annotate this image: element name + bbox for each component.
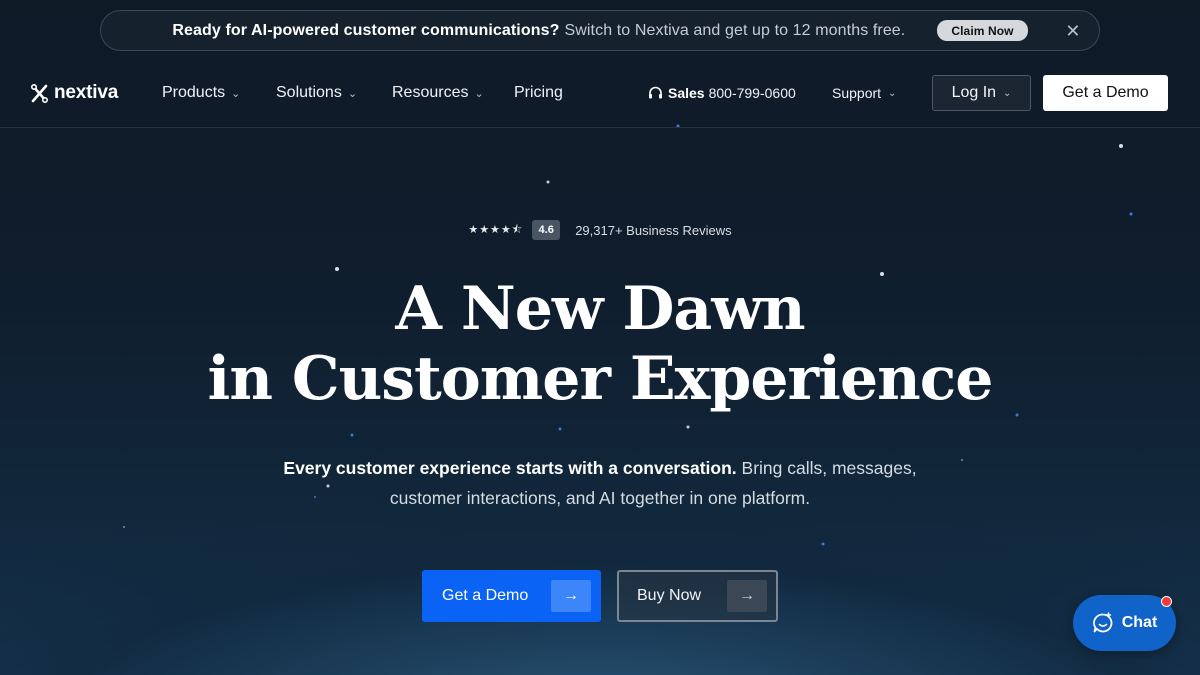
- review-count: 29,317+ Business Reviews: [575, 222, 732, 238]
- claim-now-button[interactable]: Claim Now: [937, 20, 1028, 41]
- hero-buy-label: Buy Now: [637, 587, 702, 604]
- chevron-down-icon: ⌄: [347, 87, 358, 100]
- nextiva-logo-icon: [31, 83, 48, 103]
- chevron-down-icon: ⌄: [474, 87, 484, 100]
- close-icon[interactable]: ✕: [1065, 21, 1081, 41]
- nav-item-resources[interactable]: Resources ⌄: [392, 82, 484, 104]
- chevron-down-icon: ⌄: [1003, 87, 1012, 99]
- support-menu[interactable]: Support ⌄: [832, 82, 896, 104]
- review-summary: ★★★★⯪ 4.6 29,317+ Business Reviews: [0, 219, 1200, 241]
- headset-icon: [649, 86, 662, 98]
- main-nav: nextiva Products ⌄ Solutions ⌄ Resources…: [0, 58, 1200, 128]
- promo-headline: Ready for AI-powered customer communicat…: [172, 21, 560, 39]
- subheadline-strong: Every customer experience starts with a …: [283, 458, 737, 478]
- notification-dot: [1161, 596, 1172, 607]
- nav-item-label: Products: [162, 84, 226, 101]
- chat-button[interactable]: Chat: [1073, 595, 1176, 651]
- hero-headline: A New Dawn in Customer Experience: [0, 274, 1200, 414]
- log-in-button[interactable]: Log In ⌄: [932, 75, 1031, 111]
- hero-demo-label: Get a Demo: [442, 587, 529, 604]
- rating-stars-icon: ★★★★⯪: [468, 223, 524, 236]
- headline-line-1: A New Dawn: [395, 274, 805, 344]
- promo-banner: Ready for AI-powered customer communicat…: [100, 10, 1100, 51]
- chat-label: Chat: [1121, 614, 1158, 631]
- nav-item-solutions[interactable]: Solutions ⌄: [276, 82, 357, 104]
- nav-item-products[interactable]: Products ⌄: [162, 82, 240, 104]
- hero-get-a-demo-button[interactable]: Get a Demo →: [422, 570, 601, 622]
- chevron-down-icon: ⌄: [231, 87, 241, 100]
- nav-item-label: Resources: [392, 84, 469, 101]
- sales-phone: 800-799-0600: [708, 85, 796, 101]
- nav-item-pricing[interactable]: Pricing: [514, 82, 563, 104]
- chat-bubble-icon: [1092, 612, 1113, 633]
- hero-buy-now-button[interactable]: Buy Now →: [617, 570, 778, 622]
- support-label: Support: [832, 85, 882, 101]
- arrow-right-icon: →: [551, 580, 591, 612]
- logo-text: nextiva: [54, 82, 119, 103]
- hero-subheadline: Every customer experience starts with a …: [260, 453, 940, 513]
- nav-item-label: Pricing: [514, 84, 563, 101]
- nav-item-label: Solutions: [276, 84, 342, 101]
- headline-line-2: in Customer Experience: [207, 344, 994, 414]
- promo-message: Switch to Nextiva and get up to 12 month…: [564, 21, 906, 39]
- chevron-down-icon: ⌄: [888, 87, 897, 99]
- sales-label: Sales: [668, 85, 705, 101]
- nextiva-logo[interactable]: nextiva: [31, 82, 118, 104]
- arrow-right-icon: →: [727, 580, 767, 612]
- sales-phone-link[interactable]: Sales 800-799-0600: [648, 82, 796, 104]
- log-in-label: Log In: [951, 84, 997, 101]
- get-a-demo-button[interactable]: Get a Demo: [1043, 75, 1168, 111]
- rating-badge: 4.6: [532, 220, 561, 240]
